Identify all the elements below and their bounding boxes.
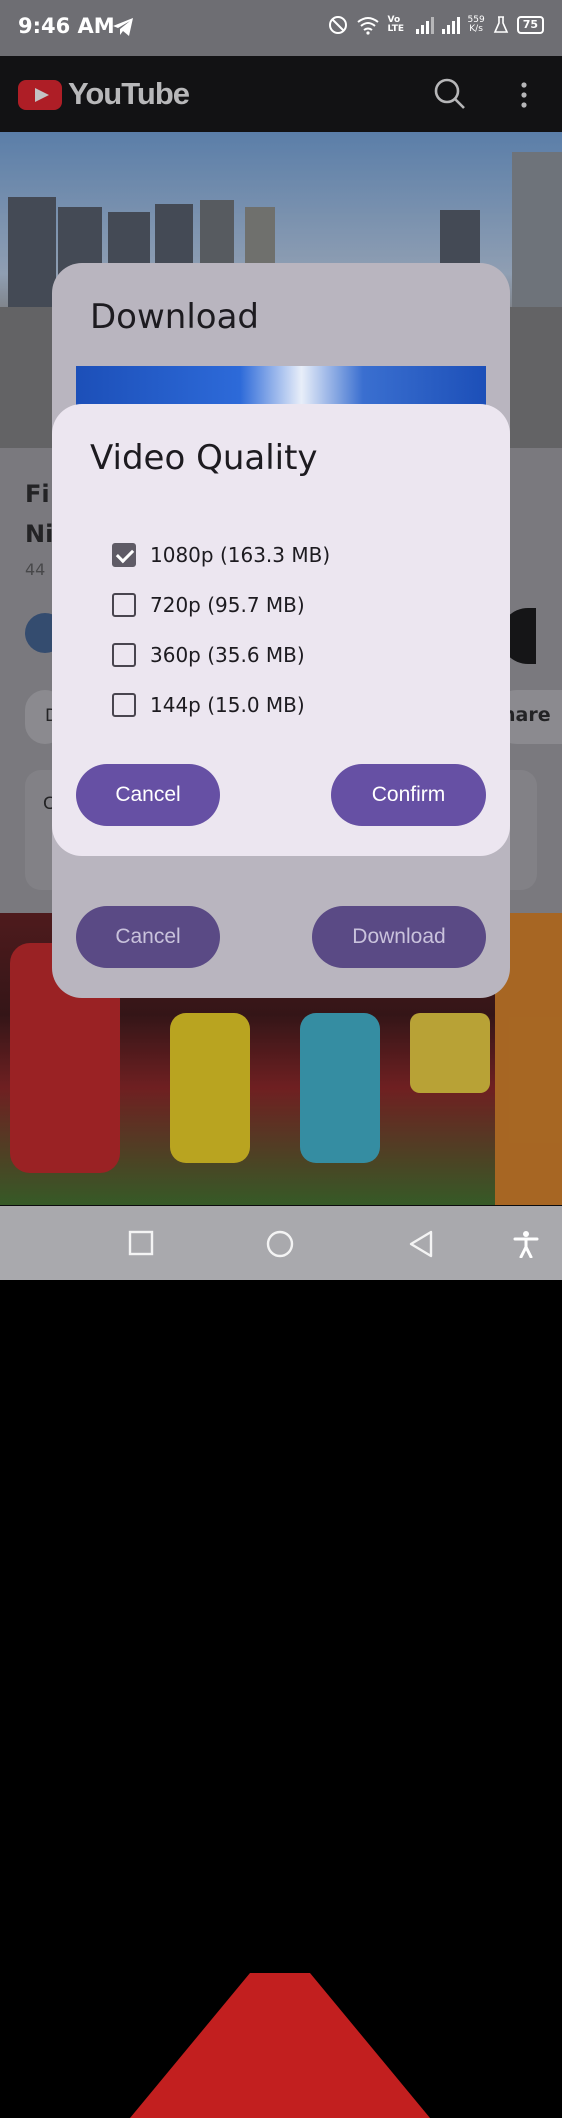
flask-icon: [493, 16, 508, 33]
quality-option-label: 720p (95.7 MB): [150, 593, 305, 617]
status-time: 9:46 AM: [18, 14, 115, 38]
status-bar: 9:46 AM Vo LTE 559 K/s 75: [0, 0, 562, 56]
confirm-button[interactable]: Confirm: [331, 764, 486, 826]
home-icon[interactable]: [266, 1230, 294, 1258]
checkbox-icon[interactable]: [112, 643, 136, 667]
quality-option-label: 144p (15.0 MB): [150, 693, 305, 717]
back-icon[interactable]: [408, 1230, 434, 1258]
download-cancel-button[interactable]: Cancel: [76, 906, 220, 968]
battery-indicator: 75: [516, 16, 544, 34]
net-speed: 559 K/s: [468, 16, 485, 34]
quality-option-144p[interactable]: 144p (15.0 MB): [112, 693, 305, 717]
download-dialog-title: Download: [90, 297, 260, 337]
wifi-icon: [356, 17, 379, 35]
accessibility-icon[interactable]: [512, 1230, 540, 1258]
video-quality-dialog: Video Quality 1080p (163.3 MB) 720p (95.…: [52, 404, 510, 856]
status-icons: Vo LTE 559 K/s 75: [328, 15, 544, 35]
checkbox-icon[interactable]: [112, 593, 136, 617]
quality-option-label: 360p (35.6 MB): [150, 643, 305, 667]
do-not-disturb-icon: [328, 16, 347, 34]
quality-option-720p[interactable]: 720p (95.7 MB): [112, 593, 305, 617]
checkbox-icon[interactable]: [112, 693, 136, 717]
checkbox-checked-icon[interactable]: [112, 543, 136, 567]
recents-icon[interactable]: [128, 1230, 154, 1256]
download-button[interactable]: Download: [312, 906, 486, 968]
signal-icon-1: [415, 16, 434, 34]
quality-option-1080p[interactable]: 1080p (163.3 MB): [112, 543, 330, 567]
download-preview-image: [76, 366, 486, 406]
video-quality-title: Video Quality: [90, 438, 318, 478]
quality-option-360p[interactable]: 360p (35.6 MB): [112, 643, 305, 667]
volte-indicator: Vo LTE: [387, 15, 405, 34]
signal-icon-2: [441, 16, 460, 34]
cancel-button[interactable]: Cancel: [76, 764, 220, 826]
telegram-icon: [113, 18, 133, 36]
quality-option-label: 1080p (163.3 MB): [150, 543, 331, 567]
system-nav-bar: [0, 1206, 562, 1280]
net-speed-unit: K/s: [469, 24, 483, 34]
